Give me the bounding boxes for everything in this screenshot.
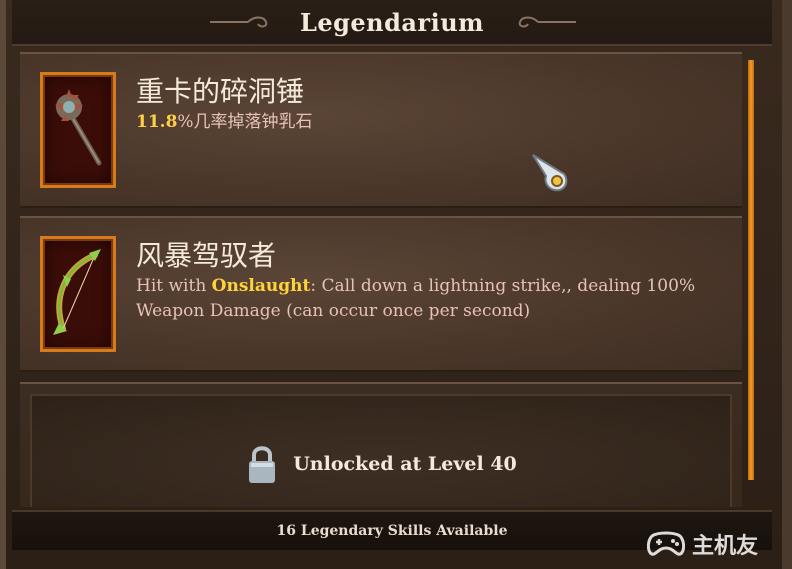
skill-icon-frame	[40, 72, 116, 188]
drop-chance-value: 11.8	[136, 112, 178, 132]
title-ornament-left-icon	[210, 16, 268, 28]
skill-description: Hit with Onslaught: Call down a lightnin…	[136, 274, 726, 324]
watermark: 主机友	[646, 528, 758, 560]
spiked-mace-icon	[55, 89, 102, 166]
scrollbar-thumb[interactable]	[748, 60, 754, 480]
legendary-skill-list[interactable]: 重卡的碎洞锤 11.8%几率掉落钟乳石 风暴驾驭者 Hit with Onsla…	[20, 52, 742, 507]
green-bow-icon	[53, 249, 101, 335]
keyword-onslaught: Onslaught	[211, 276, 311, 296]
skill-name: 风暴驾驭者	[136, 239, 277, 272]
drop-chance-text: %几率掉落钟乳石	[177, 112, 313, 132]
skill-card-0[interactable]: 重卡的碎洞锤 11.8%几率掉落钟乳石	[20, 52, 742, 208]
desc-prefix: Hit with	[136, 276, 212, 296]
legendary-skills-count: 16 Legendary Skills Available	[276, 523, 508, 539]
unlock-level-label: Unlocked at Level 40	[293, 453, 517, 475]
skill-card-1[interactable]: 风暴驾驭者 Hit with Onslaught: Call down a li…	[20, 216, 742, 372]
locked-row: Unlocked at Level 40	[32, 442, 730, 486]
locked-slot-inner: Unlocked at Level 40	[30, 394, 732, 507]
watermark-text: 主机友	[692, 534, 759, 559]
skill-name: 重卡的碎洞锤	[136, 75, 305, 108]
padlock-icon	[249, 446, 276, 483]
locked-skill-slot: Unlocked at Level 40	[20, 382, 742, 507]
scrollbar[interactable]	[748, 60, 754, 480]
window-title: Legendarium	[299, 7, 485, 37]
skill-icon-frame	[40, 236, 116, 352]
skill-description: 11.8%几率掉落钟乳石	[136, 110, 726, 135]
gamepad-icon	[646, 531, 686, 556]
cursor-pointer-icon	[532, 154, 568, 192]
title-ornament-right-icon	[518, 16, 576, 28]
title-bar: Legendarium	[12, 0, 772, 46]
legendarium-panel: Legendarium 重卡的碎洞锤 11.8%几率掉落钟乳石 风暴驾驭者 Hi…	[0, 0, 792, 569]
